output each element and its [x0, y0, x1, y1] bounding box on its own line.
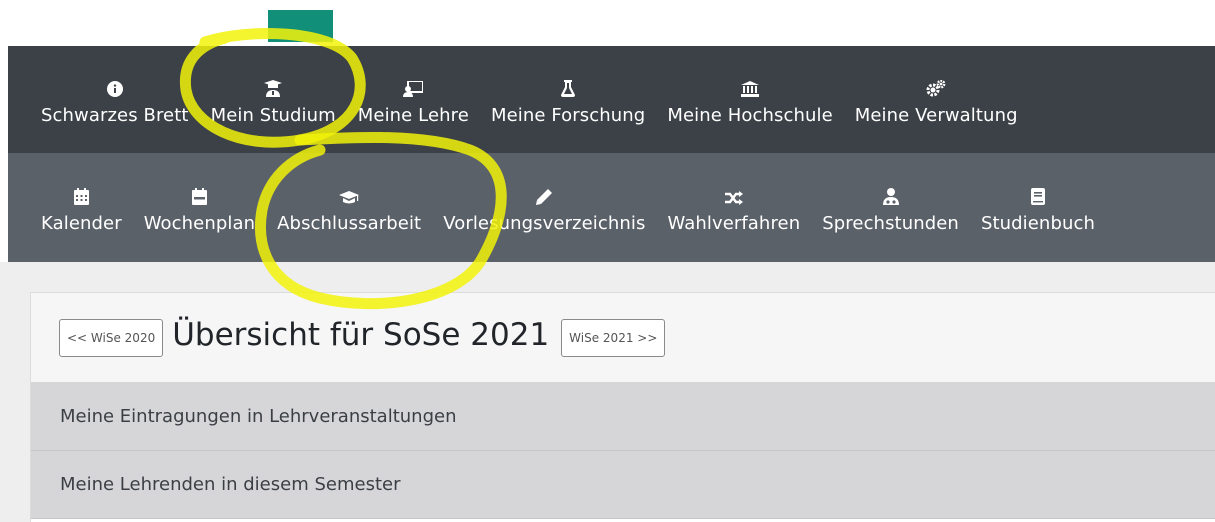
subnav-item-wahlverfahren[interactable]: Wahlverfahren — [656, 181, 811, 234]
subnav-item-label: Wochenplan — [143, 213, 256, 234]
pencil-icon — [536, 181, 553, 205]
subnav-item-abschlussarbeit[interactable]: Abschlussarbeit — [266, 181, 432, 234]
university-building-icon — [741, 73, 760, 97]
overview-header: << WiSe 2020 Übersicht für SoSe 2021 WiS… — [31, 293, 1215, 383]
sub-navigation: Kalender Wochenplan Abschlussarbeit Vorl… — [8, 153, 1215, 262]
doctor-icon — [882, 181, 899, 205]
graduate-student-icon — [264, 73, 283, 97]
nav-item-label: Meine Hochschule — [667, 105, 833, 126]
next-semester-button[interactable]: WiSe 2021 >> — [561, 318, 666, 357]
gears-icon — [926, 73, 946, 97]
nav-item-schwarzes-brett[interactable]: Schwarzes Brett — [8, 73, 200, 126]
graduation-cap-icon — [339, 181, 360, 205]
subnav-item-label: Abschlussarbeit — [277, 213, 422, 234]
calendar-grid-icon — [73, 181, 89, 205]
section-lehrende[interactable]: Meine Lehrenden in diesem Semester — [31, 451, 1215, 519]
subnav-item-kalender[interactable]: Kalender — [8, 181, 133, 234]
nav-item-meine-lehre[interactable]: Meine Lehre — [347, 73, 480, 126]
previous-semester-button[interactable]: << WiSe 2020 — [59, 318, 164, 357]
nav-item-label: Meine Lehre — [357, 105, 469, 126]
nav-item-label: Meine Verwaltung — [854, 105, 1018, 126]
section-eintragungen[interactable]: Meine Eintragungen in Lehrveranstaltunge… — [31, 383, 1215, 451]
subnav-item-label: Kalender — [41, 213, 122, 234]
nav-item-meine-hochschule[interactable]: Meine Hochschule — [656, 73, 843, 126]
page-title: Übersicht für SoSe 2021 — [172, 316, 550, 353]
subnav-item-label: Vorlesungsverzeichnis — [443, 213, 646, 234]
main-navigation: Schwarzes Brett Mein Studium Meine Lehre… — [8, 46, 1215, 153]
nav-item-label: Schwarzes Brett — [41, 105, 189, 126]
subnav-item-studienbuch[interactable]: Studienbuch — [970, 181, 1106, 234]
main-content: << WiSe 2020 Übersicht für SoSe 2021 WiS… — [0, 262, 1215, 522]
subnav-item-label: Studienbuch — [980, 213, 1095, 234]
calendar-week-icon — [191, 181, 207, 205]
nav-item-meine-forschung[interactable]: Meine Forschung — [480, 73, 656, 126]
teal-marker-block — [268, 10, 333, 42]
flask-icon — [561, 73, 576, 97]
subnav-item-label: Wahlverfahren — [667, 213, 801, 234]
nav-item-mein-studium[interactable]: Mein Studium — [200, 73, 347, 126]
subnav-item-sprechstunden[interactable]: Sprechstunden — [811, 181, 970, 234]
overview-card: << WiSe 2020 Übersicht für SoSe 2021 WiS… — [30, 292, 1215, 522]
nav-item-label: Mein Studium — [210, 105, 336, 126]
teacher-board-icon — [403, 73, 424, 97]
subnav-item-vorlesungsverzeichnis[interactable]: Vorlesungsverzeichnis — [432, 181, 656, 234]
section-label: Meine Eintragungen in Lehrveranstaltunge… — [60, 406, 457, 427]
subnav-item-wochenplan[interactable]: Wochenplan — [133, 181, 266, 234]
shuffle-icon — [724, 181, 743, 205]
nav-item-meine-verwaltung[interactable]: Meine Verwaltung — [844, 73, 1029, 126]
book-icon — [1030, 181, 1045, 205]
subnav-item-label: Sprechstunden — [822, 213, 959, 234]
nav-item-label: Meine Forschung — [490, 105, 646, 126]
section-label: Meine Lehrenden in diesem Semester — [60, 474, 401, 495]
info-circle-icon — [106, 73, 123, 97]
